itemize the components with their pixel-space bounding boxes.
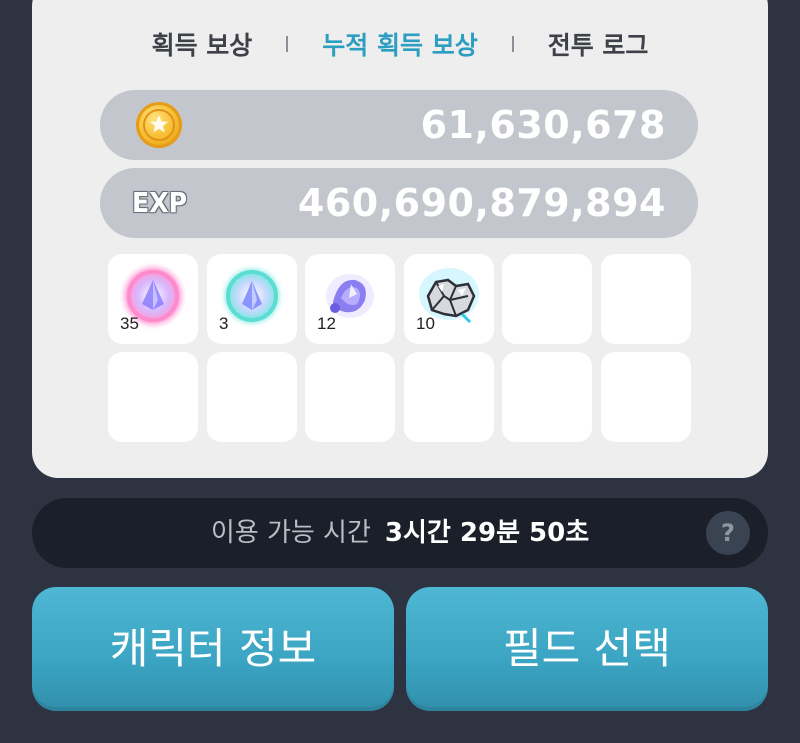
empty-item-slot [502, 254, 592, 344]
rewards-screen: 획득 보상 누적 획득 보상 전투 로그 61,630,678 EXP 460,… [0, 0, 800, 743]
character-info-button[interactable]: 캐릭터 정보 [32, 587, 394, 711]
exp-reward-row: EXP 460,690,879,894 [100, 168, 698, 238]
tab-cumulative-rewards[interactable]: 누적 획득 보상 [318, 26, 481, 62]
available-time-value: 3시간 29분 50초 [384, 518, 590, 548]
empty-item-slot [601, 254, 691, 344]
empty-item-slot [404, 352, 494, 442]
item-slot[interactable]: 10 [404, 254, 494, 344]
empty-item-slot [305, 352, 395, 442]
tab-divider [511, 36, 514, 52]
exp-value: 460,690,879,894 [297, 181, 666, 225]
reward-tabs: 획득 보상 누적 획득 보상 전투 로그 [0, 22, 800, 66]
empty-item-slot [502, 352, 592, 442]
gold-value: 61,630,678 [420, 103, 666, 147]
available-time: 이용 가능 시간 3시간 29분 50초 [32, 498, 768, 568]
available-time-bar: 이용 가능 시간 3시간 29분 50초 ? [32, 498, 768, 568]
item-slot[interactable]: 3 [207, 254, 297, 344]
gold-reward-row: 61,630,678 [100, 90, 698, 160]
item-slot[interactable]: 35 [108, 254, 198, 344]
empty-item-slot [108, 352, 198, 442]
item-count: 12 [317, 314, 336, 333]
item-slot[interactable]: 12 [305, 254, 395, 344]
item-count: 10 [416, 314, 435, 333]
tab-acquired-rewards[interactable]: 획득 보상 [148, 26, 257, 62]
item-count: 3 [219, 314, 229, 333]
help-button[interactable]: ? [706, 511, 750, 555]
gold-coin-icon [136, 102, 182, 148]
available-time-label: 이용 가능 시간 [210, 518, 371, 548]
field-select-button[interactable]: 필드 선택 [406, 587, 768, 711]
empty-item-slot [207, 352, 297, 442]
tab-divider [286, 36, 289, 52]
empty-item-slot [601, 352, 691, 442]
item-count: 35 [120, 314, 139, 333]
exp-icon: EXP [132, 186, 188, 219]
tab-battle-log[interactable]: 전투 로그 [544, 26, 653, 62]
